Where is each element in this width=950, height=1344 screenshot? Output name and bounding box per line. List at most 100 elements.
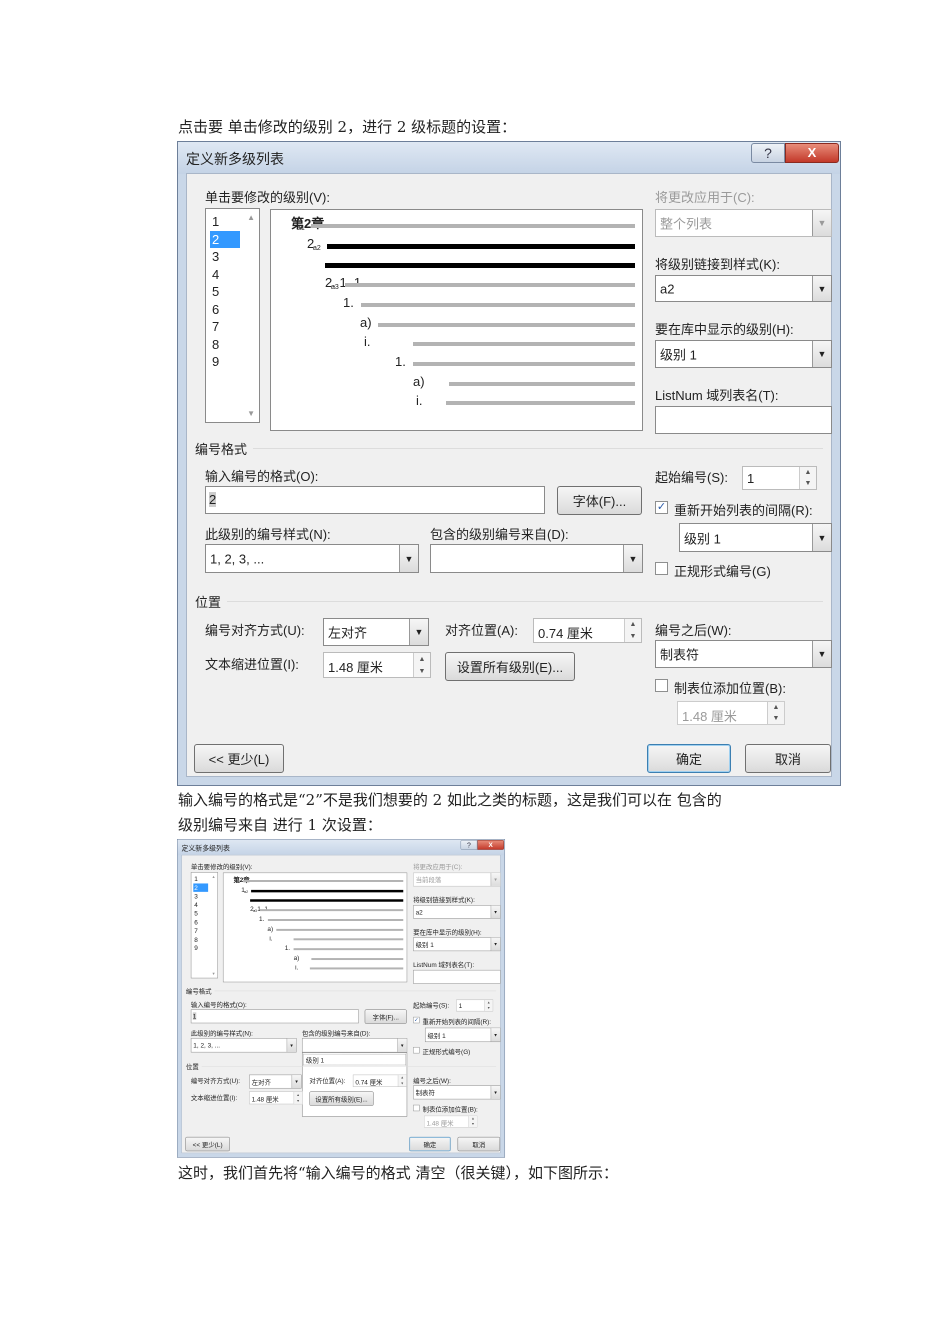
restart-checkbox[interactable]: ✓: [655, 501, 668, 514]
legal-checkbox[interactable]: [413, 1046, 420, 1054]
restart-checkbox[interactable]: ✓: [413, 1016, 420, 1024]
scroll-down-icon[interactable]: ▼: [247, 409, 255, 418]
level-item[interactable]: 4: [210, 266, 240, 283]
spin-down-icon[interactable]: ▼: [487, 1006, 490, 1009]
level-item[interactable]: 2: [193, 883, 209, 892]
dropdown-option[interactable]: 级别 1: [303, 1053, 406, 1066]
preview-number: 1.: [259, 914, 265, 923]
level-item[interactable]: 9: [193, 944, 208, 952]
level-item[interactable]: 4: [193, 901, 208, 909]
tab-stop-checkbox[interactable]: [413, 1104, 420, 1112]
spin-down-icon[interactable]: ▼: [773, 715, 780, 722]
enter-format-input[interactable]: 2: [205, 486, 545, 514]
tab-stop-checkbox[interactable]: [655, 679, 668, 692]
scroll-down-icon[interactable]: ▼: [212, 971, 216, 975]
set-all-levels-button[interactable]: 设置所有级别(E)...: [309, 1091, 374, 1106]
level-item[interactable]: 6: [210, 301, 240, 318]
spin-down-icon[interactable]: ▼: [805, 480, 812, 487]
start-at-spinner[interactable]: 1 ▲ ▼: [456, 999, 494, 1012]
close-button[interactable]: X: [477, 839, 505, 850]
tab-stop-spinner[interactable]: 1.48 厘米 ▲ ▼: [677, 701, 785, 725]
spin-down-icon[interactable]: ▼: [630, 633, 637, 640]
spin-down-icon[interactable]: ▼: [471, 1123, 474, 1126]
number-style-select[interactable]: 1, 2, 3, ... ▼: [190, 1038, 297, 1053]
enter-format-input[interactable]: 1: [190, 1009, 359, 1024]
spin-down-icon[interactable]: ▼: [419, 668, 426, 675]
number-style-label: 此级别的编号样式(N):: [190, 1029, 253, 1038]
aligned-at-spinner[interactable]: 0.74 厘米 ▲ ▼: [533, 618, 642, 643]
apply-to-value: 整个列表: [660, 216, 713, 232]
less-button[interactable]: << 更少(L): [185, 1136, 230, 1152]
listnum-input[interactable]: [413, 969, 501, 984]
legal-checkbox[interactable]: [655, 562, 668, 575]
apply-to-select[interactable]: 整个列表 ▼: [655, 209, 832, 237]
link-style-select[interactable]: a2 ▼: [655, 275, 832, 302]
level-item[interactable]: 8: [210, 336, 240, 353]
spin-up-icon[interactable]: ▲: [630, 621, 637, 628]
level-item[interactable]: 5: [193, 909, 208, 917]
font-button[interactable]: 字体(F)...: [557, 486, 642, 515]
level-item[interactable]: 5: [210, 283, 240, 300]
close-button[interactable]: X: [785, 143, 839, 163]
aligned-at-spinner[interactable]: 0.74 厘米 ▲ ▼: [352, 1074, 407, 1087]
apply-to-select[interactable]: 当前段落 ▼: [413, 872, 501, 887]
link-style-value: a2: [415, 908, 423, 916]
spin-down-icon[interactable]: ▼: [401, 1082, 404, 1085]
listnum-input[interactable]: [655, 406, 832, 434]
follow-number-select[interactable]: 制表符 ▼: [655, 640, 832, 668]
spin-up-icon[interactable]: ▲: [471, 1117, 474, 1120]
indent-spinner[interactable]: 1.48 厘米 ▲ ▼: [323, 652, 431, 678]
level-item[interactable]: 8: [193, 935, 208, 943]
explanation-paragraph: 输入编号的格式是“2”不是我们想要的 2 如此之类的标题，这是我们可以在 包含的: [178, 791, 722, 809]
preview-line: [413, 342, 635, 347]
spin-down-icon[interactable]: ▼: [296, 1099, 299, 1102]
spin-up-icon[interactable]: ▲: [296, 1093, 299, 1096]
spin-up-icon[interactable]: ▲: [487, 1001, 490, 1004]
level-item[interactable]: 9: [210, 353, 240, 370]
gallery-level-select[interactable]: 级别 1 ▼: [413, 937, 501, 952]
help-button[interactable]: ?: [460, 839, 478, 850]
set-all-levels-button[interactable]: 设置所有级别(E)...: [445, 652, 575, 681]
follow-number-select[interactable]: 制表符 ▼: [413, 1085, 501, 1100]
alignment-select[interactable]: 左对齐 ▼: [249, 1074, 302, 1089]
link-style-select[interactable]: a2 ▼: [413, 905, 501, 919]
spin-up-icon[interactable]: ▲: [773, 704, 780, 711]
include-from-select[interactable]: ▼: [301, 1038, 408, 1053]
tab-stop-spinner[interactable]: 1.48 厘米 ▲ ▼: [424, 1115, 478, 1128]
scroll-up-icon[interactable]: ▲: [247, 213, 255, 222]
less-button[interactable]: << 更少(L): [194, 744, 284, 773]
level-list[interactable]: 123456789 ▲ ▼: [205, 208, 260, 423]
level-item[interactable]: 3: [210, 248, 240, 265]
alignment-select[interactable]: 左对齐 ▼: [323, 618, 429, 646]
level-item[interactable]: 7: [210, 318, 240, 335]
number-style-select[interactable]: 1, 2, 3, ... ▼: [205, 544, 419, 573]
level-item[interactable]: 7: [193, 926, 208, 934]
font-button[interactable]: 字体(F)...: [364, 1009, 407, 1024]
include-from-select[interactable]: ▼: [430, 544, 643, 573]
level-item[interactable]: 1: [193, 875, 208, 883]
cancel-button[interactable]: 取消: [745, 744, 831, 773]
enter-format-value: 2: [209, 492, 217, 507]
number-style-value: 1, 2, 3, ...: [193, 1041, 221, 1049]
spin-up-icon[interactable]: ▲: [401, 1076, 404, 1079]
link-style-label: 将级别链接到样式(K):: [655, 257, 780, 272]
chevron-down-icon: ▼: [623, 545, 642, 572]
cancel-button[interactable]: 取消: [457, 1136, 501, 1152]
help-button[interactable]: ?: [751, 143, 785, 163]
level-item[interactable]: 3: [193, 892, 208, 900]
gallery-level-select[interactable]: 级别 1 ▼: [655, 340, 832, 368]
indent-spinner[interactable]: 1.48 厘米 ▲ ▼: [249, 1091, 303, 1105]
level-item[interactable]: 6: [193, 918, 208, 926]
spin-up-icon[interactable]: ▲: [419, 656, 426, 663]
start-at-spinner[interactable]: 1 ▲ ▼: [742, 466, 817, 490]
level-item[interactable]: 1: [210, 213, 240, 230]
ok-button[interactable]: 确定: [647, 744, 731, 773]
level-list[interactable]: 123456789 ▲ ▼: [190, 872, 219, 979]
restart-level-select[interactable]: 级别 1 ▼: [679, 523, 832, 552]
scroll-up-icon[interactable]: ▲: [212, 875, 216, 879]
restart-level-select[interactable]: 级别 1 ▼: [424, 1027, 501, 1043]
follow-number-label: 编号之后(W):: [655, 623, 732, 638]
level-item[interactable]: 2: [210, 230, 240, 248]
spin-up-icon[interactable]: ▲: [805, 469, 812, 476]
ok-button[interactable]: 确定: [409, 1136, 451, 1152]
